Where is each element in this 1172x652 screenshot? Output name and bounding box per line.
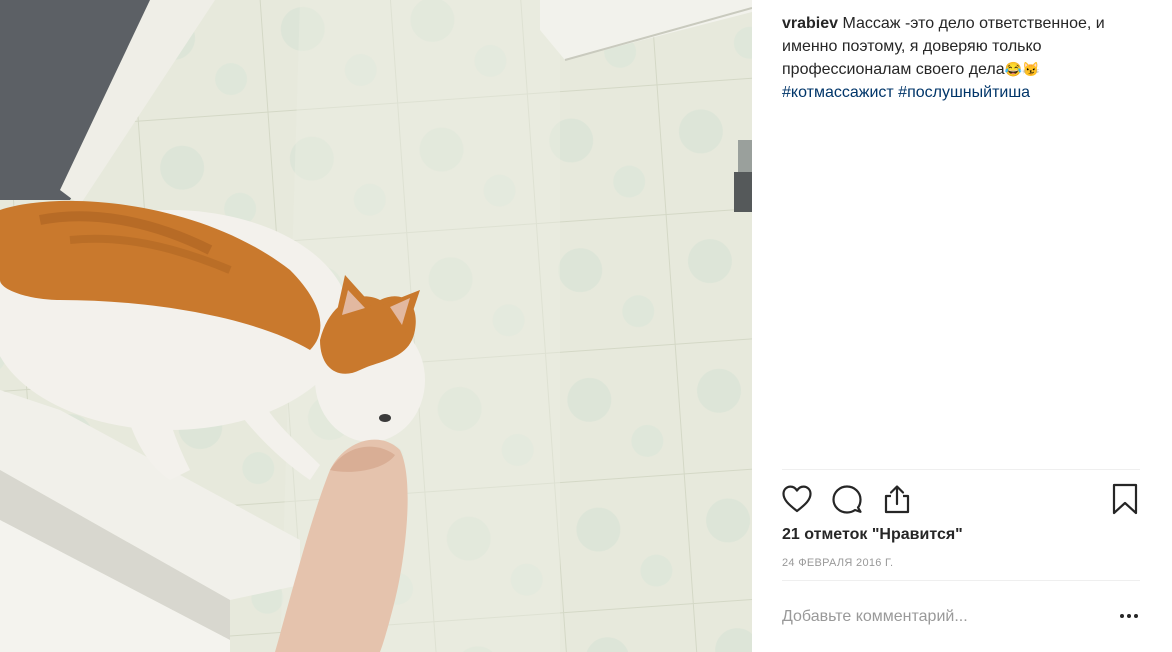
post-caption: vrabiev Массаж -это дело ответственное, … <box>782 12 1152 104</box>
bookmark-icon <box>1112 483 1138 515</box>
hashtag-link-2[interactable]: #послушныйтиша <box>898 84 1030 101</box>
hashtag-link-1[interactable]: #котмассажист <box>782 84 894 101</box>
save-button[interactable] <box>1108 482 1142 516</box>
post-image <box>0 0 752 652</box>
heart-icon <box>782 485 812 513</box>
username-link[interactable]: vrabiev <box>782 15 838 32</box>
post-sidebar: vrabiev Массаж -это дело ответственное, … <box>752 0 1172 652</box>
post-actions-bar <box>780 482 1142 518</box>
comment-button[interactable] <box>830 482 864 516</box>
more-options-dot <box>1134 614 1138 618</box>
comment-divider <box>782 580 1140 581</box>
caption-emoji: 😂😼 <box>1004 61 1040 77</box>
more-options-icon <box>1120 614 1124 618</box>
actions-divider <box>782 469 1140 470</box>
comment-input[interactable] <box>780 602 1104 632</box>
post-photo[interactable] <box>0 0 752 652</box>
more-options-dot <box>1127 614 1131 618</box>
post-date[interactable]: 24 ФЕВРАЛЯ 2016 Г. <box>782 557 893 569</box>
comment-bubble-icon <box>832 485 862 514</box>
share-button[interactable] <box>880 482 914 516</box>
share-icon <box>884 485 910 514</box>
more-options-button[interactable] <box>1114 604 1144 628</box>
likes-count[interactable]: 21 отметок "Нравится" <box>782 526 963 544</box>
like-button[interactable] <box>780 482 814 516</box>
